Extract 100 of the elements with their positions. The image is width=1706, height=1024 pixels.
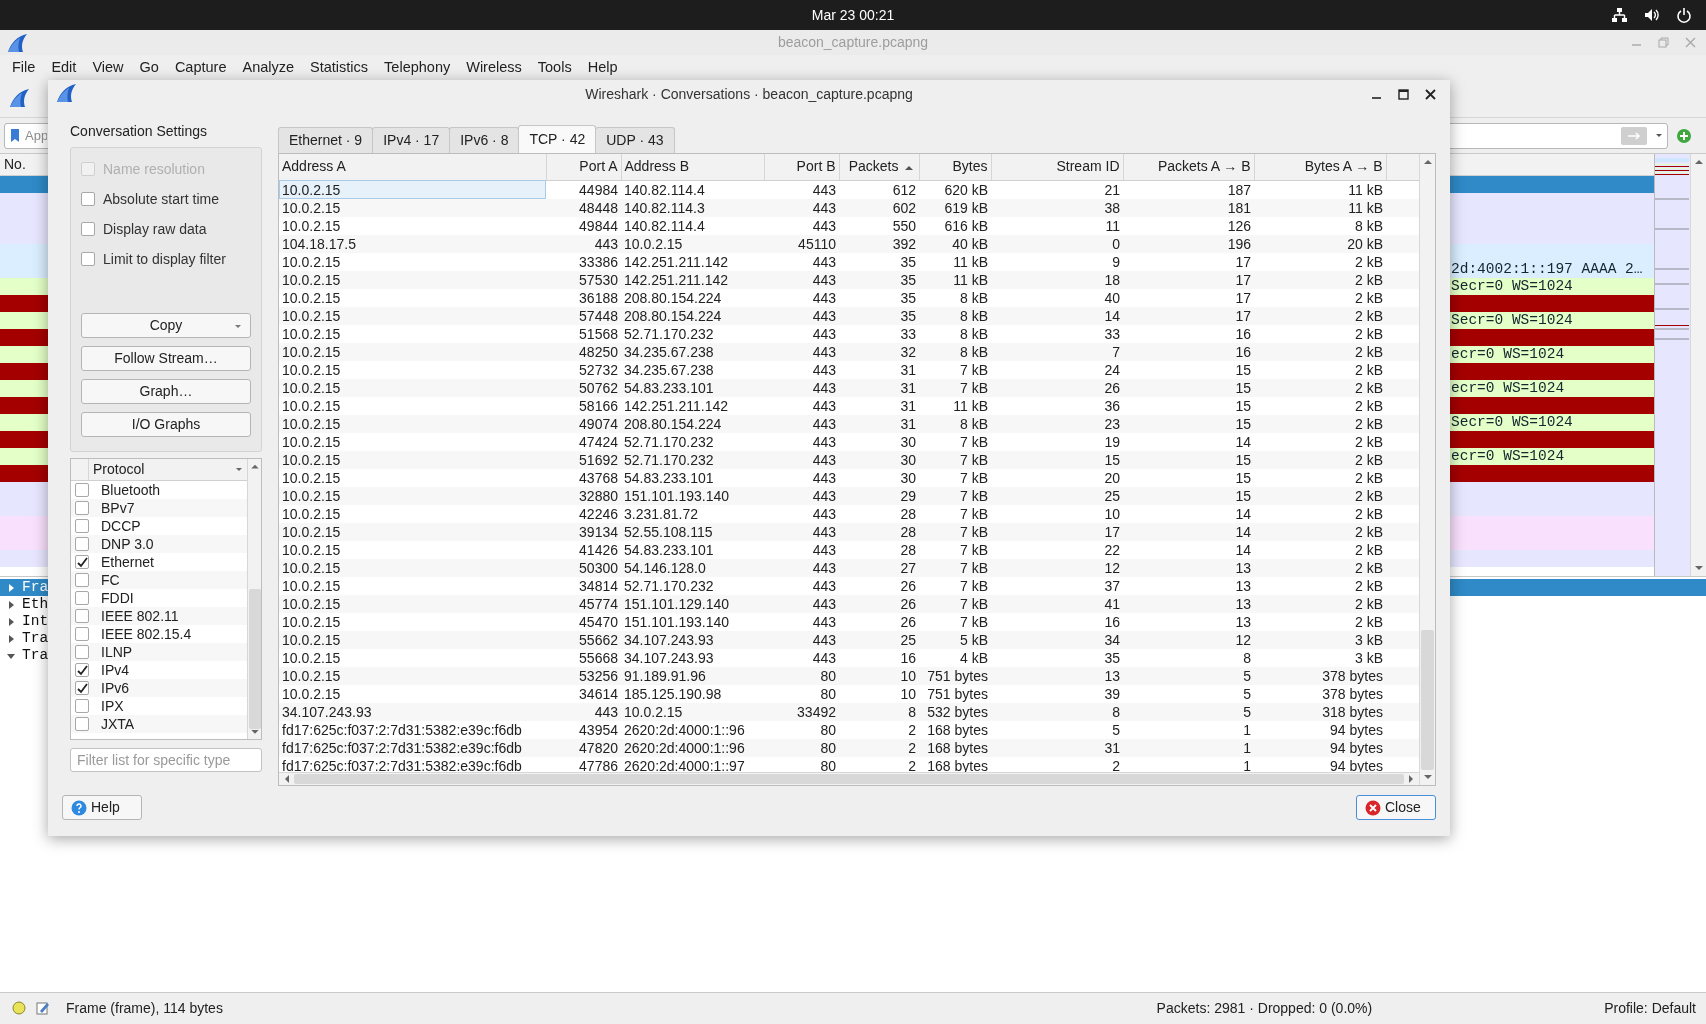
table-cell: 10.0.2.15	[279, 684, 546, 703]
table-cell: 2 kB	[1254, 414, 1386, 433]
table-cell: 35	[839, 306, 919, 325]
table-cell: 751 bytes	[919, 666, 991, 685]
table-cell: 34.107.243.93	[621, 648, 764, 667]
table-cell: 7 kB	[919, 486, 991, 505]
table-cell: 2620:2d:4000:1::96	[621, 720, 764, 739]
table-cell: 8 kB	[919, 324, 991, 343]
table-cell: 16	[1123, 324, 1254, 343]
table-cell: 24	[991, 360, 1123, 379]
table-cell: 31	[839, 414, 919, 433]
section-title: Conversation Settings	[70, 122, 208, 141]
table-cell: 34.235.67.238	[621, 342, 764, 361]
table-cell: 8 kB	[1254, 216, 1386, 235]
window-title: Wireshark · Conversations · beacon_capture.pcapng	[585, 84, 913, 104]
table-cell: 25	[991, 486, 1123, 505]
table-cell: 7 kB	[919, 450, 991, 469]
table-cell: 35	[839, 288, 919, 307]
table-cell: 30	[839, 450, 919, 469]
table-cell: 10.0.2.15	[279, 306, 546, 325]
table-cell: 10.0.2.15	[279, 576, 546, 595]
table-cell: 54.83.233.101	[621, 468, 764, 487]
table-cell: 7 kB	[919, 612, 991, 631]
table-cell: 2 kB	[1254, 360, 1386, 379]
table-cell: 2	[839, 756, 919, 773]
table-cell: 7 kB	[919, 540, 991, 559]
table-cell: 10.0.2.15	[279, 486, 546, 505]
window-title: beacon_capture.pcapng	[777, 33, 929, 52]
table-cell: 45110	[764, 234, 839, 253]
table-cell: 17	[1123, 306, 1254, 325]
table-cell: 17	[1123, 270, 1254, 289]
table-cell: 443	[764, 180, 839, 199]
table-cell: 8 kB	[919, 288, 991, 307]
table-cell: 43954	[546, 720, 621, 739]
table-cell: 443	[764, 576, 839, 595]
table-cell: 12	[991, 558, 1123, 577]
table-cell: 2 kB	[1254, 468, 1386, 487]
table-cell: 443	[546, 702, 621, 721]
table-cell: 10.0.2.15	[279, 468, 546, 487]
table-cell: 50300	[546, 558, 621, 577]
table-cell: 443	[764, 594, 839, 613]
table-cell: 2620:2d:4000:1::97	[621, 756, 764, 773]
protocol-label: Bluetooth	[101, 481, 161, 499]
table-cell: 20	[991, 468, 1123, 487]
table-cell: 7 kB	[919, 504, 991, 523]
table-cell: 1	[1123, 738, 1254, 757]
table-cell: 2 kB	[1254, 432, 1386, 451]
table-cell: 52.71.170.232	[621, 324, 764, 343]
table-cell: 26	[839, 612, 919, 631]
protocol-label: ILNP	[101, 643, 133, 661]
table-cell: 443	[764, 324, 839, 343]
table-cell: 10.0.2.15	[279, 360, 546, 379]
clock: Mar 23 00:21	[811, 5, 895, 25]
table-cell: 52.55.108.115	[621, 522, 764, 541]
table-cell: 36188	[546, 288, 621, 307]
table-cell: fd17:625c:f037:2:7d31:5382:e39c:f6db	[279, 756, 546, 773]
table-cell: 2 kB	[1254, 270, 1386, 289]
table-cell: 443	[764, 522, 839, 541]
table-cell: 32	[839, 342, 919, 361]
table-cell: 151.101.193.140	[621, 612, 764, 631]
table-cell: 10	[991, 504, 1123, 523]
table-cell: 10.0.2.15	[621, 234, 764, 253]
table-cell: 2 kB	[1254, 576, 1386, 595]
table-cell: 15	[1123, 378, 1254, 397]
table-cell: 10.0.2.15	[279, 612, 546, 631]
table-cell: 443	[764, 270, 839, 289]
table-cell: 27	[839, 558, 919, 577]
table-cell: 54.146.128.0	[621, 558, 764, 577]
table-cell: 11 kB	[919, 396, 991, 415]
checkbox-label: Absolute start time	[103, 189, 219, 209]
table-cell: 187	[1123, 180, 1254, 199]
table-cell: 185.125.190.98	[621, 684, 764, 703]
table-cell: 443	[764, 414, 839, 433]
table-cell: 2 kB	[1254, 540, 1386, 559]
table-cell: 41426	[546, 540, 621, 559]
table-cell: 50762	[546, 378, 621, 397]
table-cell: 94 bytes	[1254, 720, 1386, 739]
table-cell: 26	[839, 594, 919, 613]
table-cell: 33	[991, 324, 1123, 343]
table-cell: 52.71.170.232	[621, 432, 764, 451]
packet-summary: Secr=0 WS=1024	[1451, 414, 1573, 430]
packet-summary: ecr=0 WS=1024	[1451, 448, 1565, 464]
protocol-label: DCCP	[101, 517, 141, 535]
table-cell: 10.0.2.15	[279, 522, 546, 541]
table-cell: 616 kB	[919, 216, 991, 235]
table-cell: 443	[764, 504, 839, 523]
table-cell: 8 kB	[919, 306, 991, 325]
table-cell: 52.71.170.232	[621, 576, 764, 595]
table-cell: 57530	[546, 270, 621, 289]
table-cell: 17	[991, 522, 1123, 541]
table-cell: 17	[1123, 288, 1254, 307]
table-cell: 30	[839, 432, 919, 451]
table-cell: 443	[764, 378, 839, 397]
table-cell: 48250	[546, 342, 621, 361]
table-cell: 10.0.2.15	[279, 666, 546, 685]
table-cell: 140.82.114.3	[621, 198, 764, 217]
table-cell: 91.189.91.96	[621, 666, 764, 685]
table-cell: 34814	[546, 576, 621, 595]
table-cell: 2 kB	[1254, 558, 1386, 577]
table-cell: 15	[1123, 450, 1254, 469]
